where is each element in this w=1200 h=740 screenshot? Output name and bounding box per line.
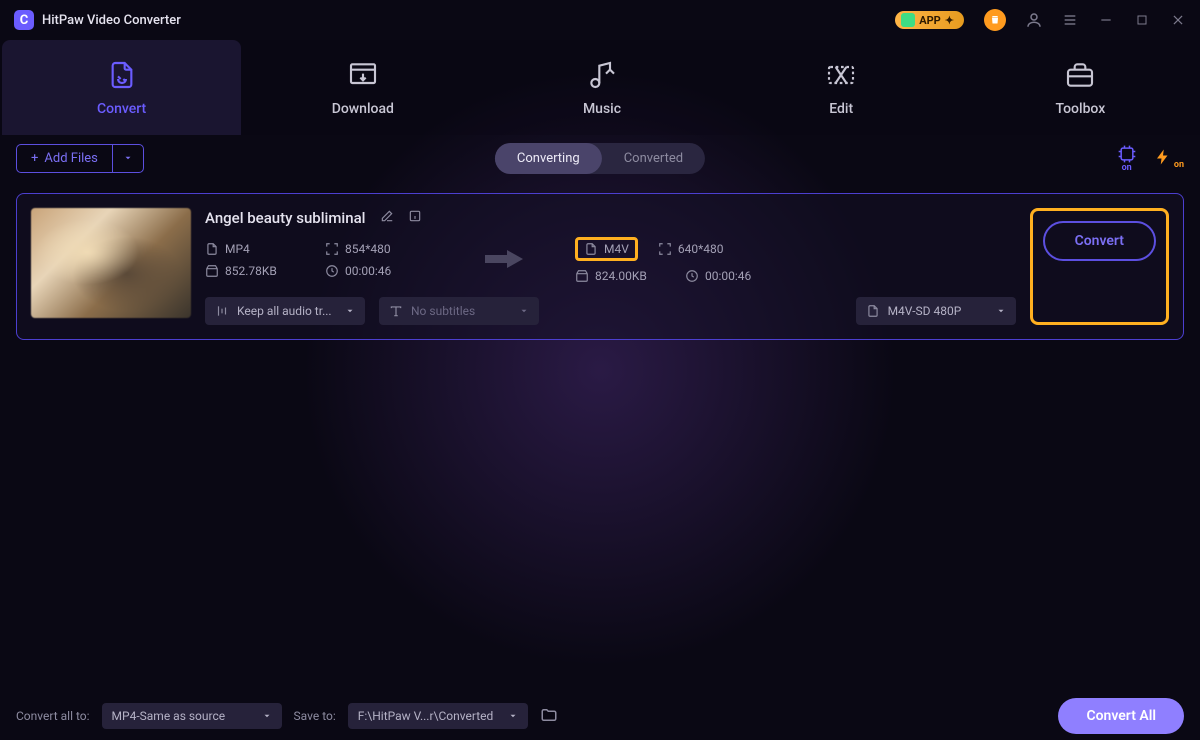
close-button[interactable]	[1170, 12, 1186, 28]
android-icon	[901, 13, 915, 27]
chevron-down-icon	[262, 711, 272, 721]
convert-all-format-select[interactable]: MP4-Same as source	[102, 703, 282, 729]
tab-music[interactable]: Music	[482, 40, 721, 135]
target-format-highlight: M4V	[575, 237, 638, 261]
minimize-button[interactable]	[1098, 12, 1114, 28]
target-duration: 00:00:46	[705, 269, 751, 283]
convert-all-button[interactable]: Convert All	[1058, 698, 1184, 734]
add-files-button[interactable]: + Add Files	[16, 144, 112, 173]
app-logo: C	[14, 10, 34, 30]
store-button[interactable]	[984, 9, 1006, 31]
save-to-label: Save to:	[294, 709, 336, 723]
rename-icon[interactable]	[380, 208, 394, 227]
account-icon[interactable]	[1026, 12, 1042, 28]
edit-icon	[825, 59, 857, 91]
video-title: Angel beauty subliminal	[205, 209, 366, 227]
tab-toolbox[interactable]: Toolbox	[961, 40, 1200, 135]
add-files-dropdown[interactable]	[112, 144, 144, 173]
source-duration: 00:00:46	[345, 264, 391, 278]
convert-icon	[106, 59, 138, 91]
app-promo-badge[interactable]: APP ✦	[895, 11, 964, 29]
target-format: M4V	[604, 242, 629, 256]
chevron-down-icon	[996, 306, 1006, 316]
video-thumbnail[interactable]	[31, 208, 191, 318]
info-icon[interactable]	[408, 208, 422, 227]
download-icon	[347, 59, 379, 91]
segment-converted[interactable]: Converted	[602, 143, 705, 174]
music-icon	[586, 59, 618, 91]
audio-track-select[interactable]: Keep all audio tr...	[205, 297, 365, 325]
source-resolution: 854*480	[345, 242, 391, 256]
tab-download[interactable]: Download	[243, 40, 482, 135]
menu-icon[interactable]	[1062, 12, 1078, 28]
plus-icon: +	[31, 151, 38, 166]
chevron-down-icon	[508, 711, 518, 721]
chevron-down-icon	[345, 306, 355, 316]
fast-mode-toggle[interactable]: on	[1154, 147, 1184, 170]
subtitle-select[interactable]: No subtitles	[379, 297, 539, 325]
save-to-select[interactable]: F:\HitPaw V...r\Converted	[348, 703, 528, 729]
toolbox-icon	[1064, 59, 1096, 91]
sparkle-icon: ✦	[945, 14, 954, 27]
open-folder-button[interactable]	[540, 706, 558, 727]
source-size: 852.78KB	[225, 264, 277, 278]
source-format: MP4	[225, 242, 250, 256]
tab-convert[interactable]: Convert	[2, 40, 241, 135]
segment-converting[interactable]: Converting	[495, 143, 602, 174]
hardware-accel-toggle[interactable]: on	[1116, 144, 1138, 173]
output-format-select[interactable]: M4V-SD 480P	[856, 297, 1016, 325]
tab-edit[interactable]: Edit	[722, 40, 961, 135]
convert-button-highlight: Convert	[1030, 208, 1169, 325]
file-card: Angel beauty subliminal MP4 854*480 852.…	[16, 193, 1184, 340]
arrow-icon	[485, 247, 525, 274]
target-resolution: 640*480	[678, 242, 724, 256]
convert-all-to-label: Convert all to:	[16, 709, 90, 723]
app-title: HitPaw Video Converter	[42, 13, 181, 28]
convert-button[interactable]: Convert	[1043, 221, 1156, 261]
chevron-down-icon	[519, 306, 529, 316]
maximize-button[interactable]	[1134, 12, 1150, 28]
target-size: 824.00KB	[595, 269, 647, 283]
